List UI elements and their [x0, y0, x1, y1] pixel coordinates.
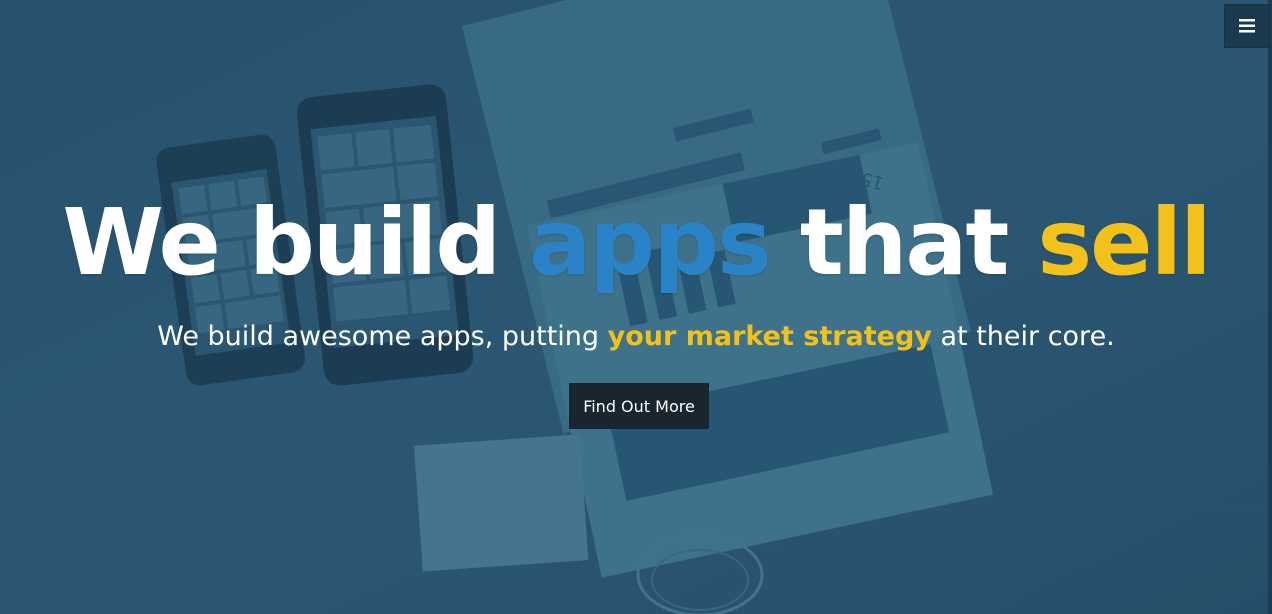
- hamburger-menu-icon: [1239, 19, 1255, 33]
- hero-content: We build apps that sell We build awesome…: [0, 0, 1272, 614]
- find-out-more-button[interactable]: Find Out More: [569, 383, 709, 429]
- subheadline-part-2: at their core.: [931, 321, 1115, 352]
- subheadline-part-1: We build awesome apps, putting: [157, 321, 608, 352]
- headline-apps: apps: [529, 189, 772, 296]
- hero-headline: We build apps that sell: [0, 188, 1272, 298]
- hero-subheadline: We build awesome apps, putting your mark…: [0, 318, 1272, 356]
- headline-part-1: We build: [62, 189, 530, 296]
- headline-sell: sell: [1037, 189, 1211, 296]
- hero-section: 150 110 150 277 32 We build apps that se…: [0, 0, 1272, 614]
- headline-part-3: that: [769, 189, 1038, 296]
- subheadline-highlight: your market strategy: [607, 321, 932, 352]
- menu-toggle-button[interactable]: [1224, 4, 1270, 48]
